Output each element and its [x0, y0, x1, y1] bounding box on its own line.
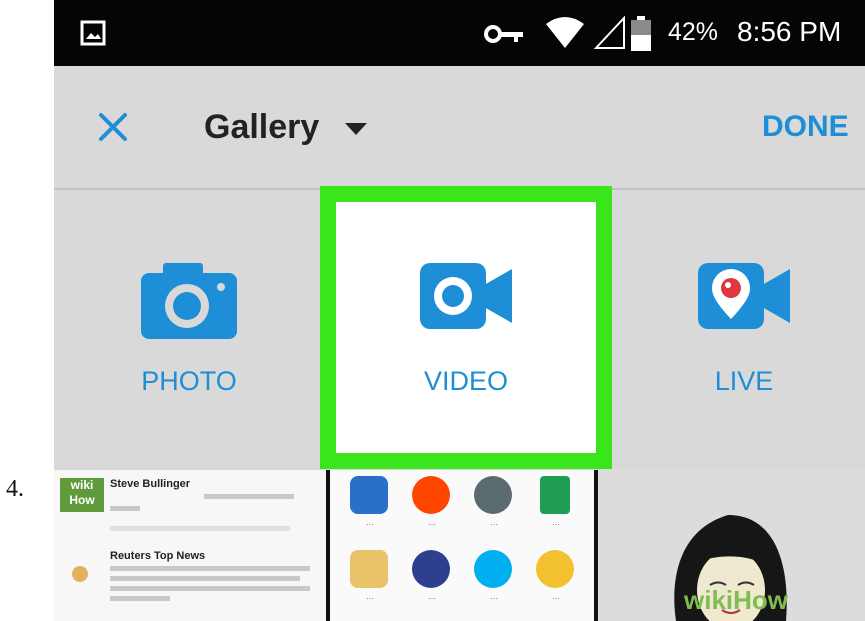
tweet-text-line: [110, 586, 310, 591]
tweet-text-line: [110, 566, 310, 571]
drive-app-icon: [412, 550, 450, 588]
close-icon[interactable]: [98, 112, 128, 142]
video-label: VIDEO: [423, 366, 509, 396]
app-label: ···: [428, 520, 436, 529]
phone-screen: 42% 8:56 PM Gallery DONE PHOTO VIDEO LIV…: [54, 0, 865, 621]
photo-mode-button[interactable]: PHOTO: [94, 190, 284, 470]
tweet-text-line: [110, 596, 170, 601]
app-label: ···: [552, 594, 560, 603]
wikihow-logo: wiki How: [60, 478, 104, 512]
sheets-app-icon: [540, 476, 570, 514]
app-label: ···: [366, 594, 374, 603]
app-label: ···: [490, 594, 498, 603]
photo-label: PHOTO: [141, 366, 237, 396]
app-label: ···: [490, 520, 498, 529]
mode-options: PHOTO VIDEO LIVE: [54, 190, 865, 470]
thumbnail-app-drawer-screenshot[interactable]: ··· ··· ··· ··· ··· ··· ··· ···: [326, 470, 598, 621]
video-camera-icon: [420, 263, 512, 329]
battery-icon: [631, 16, 651, 51]
tweet-avatar-icon: [72, 566, 88, 582]
camera-icon: [141, 263, 237, 339]
periscope-live-icon: [698, 263, 790, 329]
reddit-app-icon: [412, 476, 450, 514]
step-number: 4.: [6, 476, 24, 502]
clock: 8:56 PM: [737, 16, 842, 47]
done-button[interactable]: DONE: [762, 110, 849, 144]
battery-level: 42%: [668, 18, 719, 46]
gallery-dropdown-label[interactable]: Gallery: [204, 108, 319, 147]
gallery-icon: [80, 20, 106, 46]
tweet-author: Reuters Top News: [110, 550, 206, 562]
app-label: ···: [552, 520, 560, 529]
wifi-icon: [546, 17, 584, 48]
skype-app-icon: [474, 550, 512, 588]
tweet-actions: [110, 526, 290, 531]
app-label: ···: [428, 594, 436, 603]
folder-app-icon: [350, 550, 388, 588]
app-label: ···: [366, 520, 374, 529]
live-mode-button[interactable]: LIVE: [654, 190, 834, 470]
status-bar: 42% 8:56 PM: [54, 0, 865, 66]
chevron-down-icon[interactable]: [345, 123, 367, 135]
gallery-app-icon: [350, 476, 388, 514]
signal-icon: [594, 16, 625, 49]
live-label: LIVE: [714, 366, 774, 396]
slack-app-icon: [536, 550, 574, 588]
settings-app-icon: [474, 476, 512, 514]
key-icon: [484, 25, 523, 43]
thumbnail-twitter-screenshot[interactable]: wiki How Steve Bullinger Reuters Top New…: [54, 470, 327, 621]
video-mode-button[interactable]: VIDEO: [320, 190, 612, 470]
wikihow-watermark: wikiHow: [684, 585, 789, 615]
toolbar: Gallery DONE: [54, 66, 865, 190]
tweet-text-line: [110, 576, 300, 581]
tweet-text-line: [110, 506, 140, 511]
tweet-author: Steve Bullinger: [110, 478, 191, 490]
tweet-text-line: [204, 494, 294, 499]
